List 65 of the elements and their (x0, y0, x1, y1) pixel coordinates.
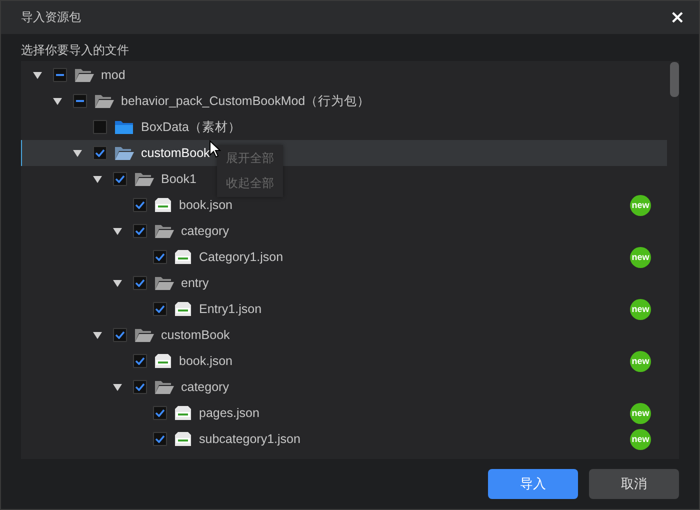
json-file-icon (174, 405, 192, 421)
new-badge: new (630, 402, 651, 424)
tree-item-label[interactable]: Book1 (161, 172, 196, 186)
expand-arrow-icon[interactable] (113, 280, 122, 286)
json-file-icon (174, 431, 192, 447)
tree-item-label[interactable]: category (181, 380, 229, 394)
scrollbar-thumb[interactable] (670, 62, 679, 97)
checkbox[interactable] (153, 406, 167, 420)
open-folder-icon (134, 327, 154, 343)
tree-item-label[interactable]: subcategory1.json (199, 432, 300, 446)
checkbox[interactable] (153, 302, 167, 316)
mouse-pointer-icon (209, 140, 221, 158)
checkbox[interactable] (133, 354, 147, 368)
checkbox[interactable] (133, 276, 147, 290)
prompt-text: 选择你要导入的文件 (21, 42, 130, 59)
checkbox[interactable] (153, 432, 167, 446)
checkbox[interactable] (113, 172, 127, 186)
open-folder-icon (74, 67, 94, 83)
checkbox[interactable] (73, 94, 87, 108)
expand-arrow-icon[interactable] (73, 150, 82, 156)
json-file-icon (174, 249, 192, 265)
expand-arrow-icon[interactable] (93, 332, 102, 338)
tree-item-label[interactable]: customBook (141, 146, 210, 160)
checkbox[interactable] (153, 250, 167, 264)
checkbox[interactable] (133, 380, 147, 394)
expand-arrow-icon[interactable] (113, 228, 122, 234)
tree-item-label[interactable]: Category1.json (199, 250, 284, 264)
checkbox[interactable] (133, 224, 147, 238)
new-badge: new (630, 194, 651, 216)
json-file-icon (154, 197, 172, 213)
new-badge: new (630, 298, 651, 320)
tree-item-label[interactable]: entry (181, 276, 209, 290)
new-badge: new (630, 428, 651, 450)
open-folder-icon (114, 145, 134, 161)
tree-item-label[interactable]: customBook (161, 328, 230, 342)
cancel-button[interactable]: 取消 (589, 469, 679, 499)
tree-item-label[interactable]: behavior_pack_CustomBookMod（行为包） (121, 92, 370, 110)
open-folder-icon (154, 223, 174, 239)
tree-item-label[interactable]: Entry1.json (199, 302, 262, 316)
new-badge: new (630, 246, 651, 268)
checkbox[interactable] (53, 68, 67, 82)
expand-arrow-icon[interactable] (93, 176, 102, 182)
open-folder-icon (154, 379, 174, 395)
tree-item-label[interactable]: pages.json (199, 406, 260, 420)
window-title: 导入资源包 (21, 9, 82, 26)
expand-arrow-icon[interactable] (53, 98, 62, 104)
checkbox[interactable] (93, 120, 107, 134)
checkbox[interactable] (133, 198, 147, 212)
open-folder-icon (134, 171, 154, 187)
checkbox[interactable] (93, 146, 107, 160)
expand-arrow-icon[interactable] (113, 384, 122, 390)
tree-item-label[interactable]: category (181, 224, 229, 238)
open-folder-icon (154, 275, 174, 291)
json-file-icon (174, 301, 192, 317)
expand-arrow-icon[interactable] (33, 72, 42, 78)
json-file-icon (154, 353, 172, 369)
tree-item-label[interactable]: book.json (179, 198, 233, 212)
tree-item-label[interactable]: mod (101, 68, 126, 82)
tree-item-label[interactable]: BoxData（素材） (141, 118, 241, 136)
tree-item-label[interactable]: book.json (179, 354, 233, 368)
close-button[interactable]: × (666, 8, 689, 26)
new-badge: new (630, 350, 651, 372)
open-folder-icon (94, 93, 114, 109)
folder-icon (114, 119, 134, 135)
checkbox[interactable] (113, 328, 127, 342)
